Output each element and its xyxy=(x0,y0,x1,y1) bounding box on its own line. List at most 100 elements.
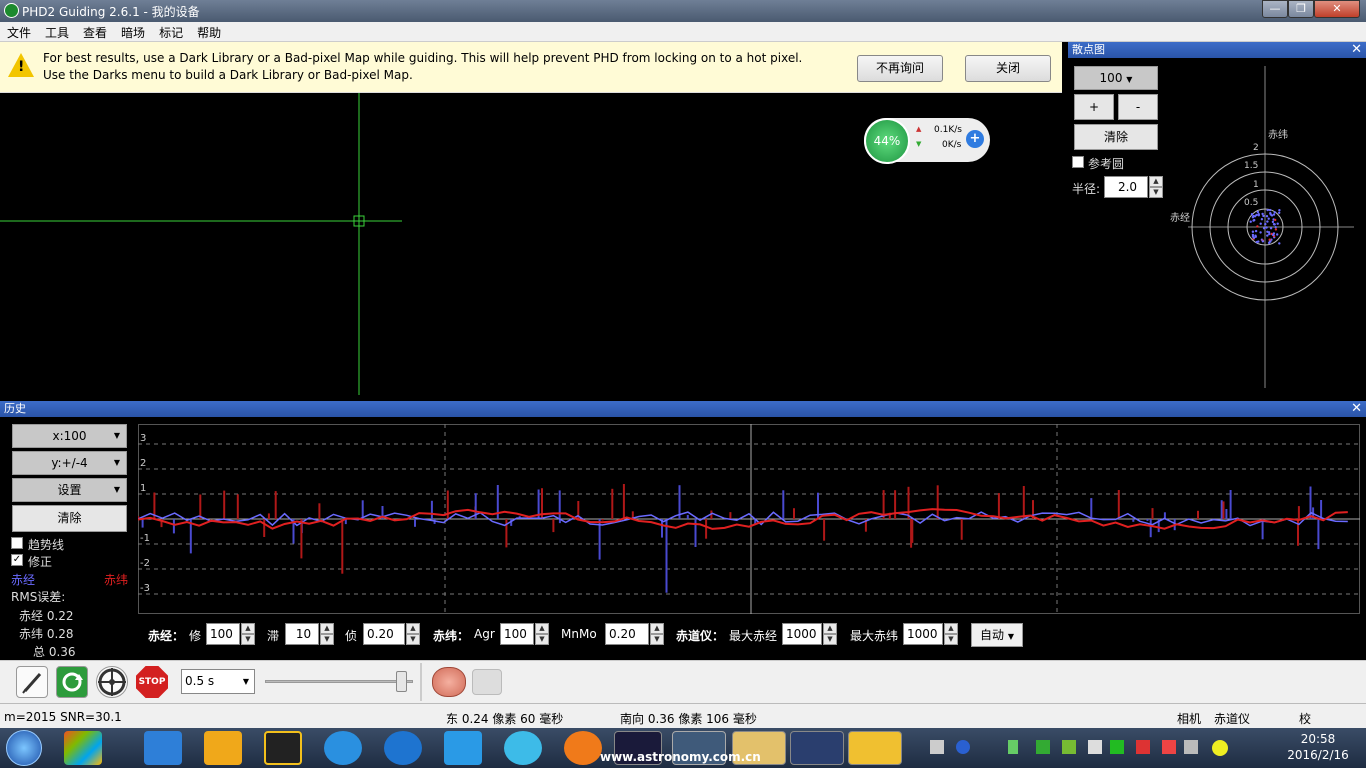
stop-button[interactable]: STOP xyxy=(136,666,168,698)
main-toolbar: STOP 0.5 s ▼ xyxy=(0,660,1366,703)
browser-icon[interactable] xyxy=(384,731,422,765)
ref-circle-checkbox[interactable] xyxy=(1072,156,1084,168)
volume-icon[interactable] xyxy=(1184,740,1198,754)
mount-params-label: 赤道仪： xyxy=(676,629,725,643)
ra-min-label: 侦 xyxy=(345,629,358,643)
maximize-button[interactable]: ❐ xyxy=(1288,0,1314,18)
max-dec-up-icon[interactable]: ▲ xyxy=(944,623,958,634)
ra-agg-down-icon[interactable]: ▼ xyxy=(320,634,334,645)
exposure-select[interactable]: 0.5 s ▼ xyxy=(181,669,255,694)
history-clear-button[interactable]: 清除 xyxy=(12,505,127,532)
scatter-point xyxy=(1271,220,1275,224)
download-speed: 0K/s xyxy=(942,140,962,150)
ra-hyst-down-icon[interactable]: ▼ xyxy=(241,634,255,645)
menu-darks[interactable]: 暗场 xyxy=(114,22,152,43)
media-player-icon[interactable] xyxy=(324,731,362,765)
taskbar-app-9-icon[interactable] xyxy=(564,731,602,765)
scatter-ra-axis-label: 赤经 xyxy=(1170,211,1190,224)
scatter-point xyxy=(1266,208,1269,212)
dec-agr-input[interactable]: 100 xyxy=(500,623,534,645)
loop-icon[interactable] xyxy=(56,666,88,698)
chevron-down-icon: ▼ xyxy=(242,677,249,686)
scatter-scale-select[interactable]: 100 ▼ xyxy=(1074,66,1158,90)
dec-mnmo-input[interactable]: 0.20 xyxy=(605,623,649,645)
tray-plus-icon[interactable] xyxy=(1212,740,1228,756)
taskbar-notes-icon[interactable] xyxy=(848,731,902,765)
gamma-slider-thumb[interactable] xyxy=(396,671,407,692)
camera-view[interactable]: 44% ▲ ▼ 0.1K/s 0K/s + xyxy=(0,93,1062,395)
max-dec-input[interactable]: 1000 xyxy=(903,623,943,645)
trendline-checkbox[interactable] xyxy=(11,537,23,549)
guide-target-icon[interactable] xyxy=(96,666,128,698)
help-icon[interactable] xyxy=(956,740,970,754)
close-window-button[interactable]: ✕ xyxy=(1314,0,1360,18)
minimize-button[interactable]: — xyxy=(1262,0,1288,18)
close-scatter-icon[interactable]: ✕ xyxy=(1351,42,1362,58)
max-dec-down-icon[interactable]: ▼ xyxy=(944,634,958,645)
radius-input[interactable]: 2.0 xyxy=(1104,176,1148,198)
ra-min-input[interactable]: 0.20 xyxy=(363,623,405,645)
y-scale-select[interactable]: y:+/-4 ▼ xyxy=(12,451,127,475)
ra-hyst-up-icon[interactable]: ▲ xyxy=(241,623,255,634)
nvidia-icon[interactable] xyxy=(1062,740,1076,754)
zoom-out-button[interactable]: - xyxy=(1118,94,1158,120)
radius-up-icon[interactable]: ▲ xyxy=(1149,176,1163,187)
chevron-down-icon: ▼ xyxy=(113,485,120,494)
taskbar-app-2-icon[interactable] xyxy=(144,731,182,765)
menu-view[interactable]: 查看 xyxy=(76,22,114,43)
qq-icon[interactable] xyxy=(264,731,302,765)
start-button[interactable] xyxy=(6,730,42,766)
ra-min-down-icon[interactable]: ▼ xyxy=(406,634,420,645)
battery-icon[interactable] xyxy=(1008,740,1018,754)
gamma-slider-track[interactable] xyxy=(265,680,413,683)
ra-agg-input[interactable]: 10 xyxy=(285,623,319,645)
scatter-point xyxy=(1262,214,1265,218)
close-history-icon[interactable]: ✕ xyxy=(1351,401,1362,417)
radius-down-icon[interactable]: ▼ xyxy=(1149,187,1163,198)
zoom-in-button[interactable]: + xyxy=(1074,94,1114,120)
dec-agr-up-icon[interactable]: ▲ xyxy=(535,623,549,634)
keyboard-icon[interactable] xyxy=(930,740,944,754)
graph-settings-select[interactable]: 设置 ▼ xyxy=(12,478,127,502)
camera-settings-icon[interactable] xyxy=(472,669,502,695)
ra-hyst-input[interactable]: 100 xyxy=(206,623,240,645)
max-ra-down-icon[interactable]: ▼ xyxy=(823,634,837,645)
taskbar-app-3-icon[interactable] xyxy=(204,731,242,765)
taskbar-app-1-icon[interactable] xyxy=(64,731,102,765)
brain-icon[interactable] xyxy=(432,667,466,697)
ra-min-up-icon[interactable]: ▲ xyxy=(406,623,420,634)
taskbar-app-8-icon[interactable] xyxy=(504,731,542,765)
shield-icon[interactable] xyxy=(1036,740,1050,754)
menu-bookmarks[interactable]: 标记 xyxy=(152,22,190,43)
max-ra-up-icon[interactable]: ▲ xyxy=(823,623,837,634)
dec-agr-down-icon[interactable]: ▼ xyxy=(535,634,549,645)
scatter-panel: 100 ▼ + - 清除 参考圆 半径: 2.0 ▲ ▼ 2 1.5 1 0.5… xyxy=(1068,58,1366,395)
dec-mnmo-up-icon[interactable]: ▲ xyxy=(650,623,664,634)
taskbar-stellarium-icon[interactable] xyxy=(790,731,844,765)
pencil-icon[interactable] xyxy=(16,666,48,698)
usb-icon[interactable] xyxy=(1162,740,1176,754)
tray-app-2-icon[interactable] xyxy=(1136,740,1150,754)
dec-mode-select[interactable]: 自动 ▼ xyxy=(971,623,1023,647)
info-bar: ! For best results, use a Dark Library o… xyxy=(0,42,1062,93)
chevron-down-icon: ▼ xyxy=(113,458,120,467)
add-icon[interactable]: + xyxy=(966,130,984,148)
max-ra-input[interactable]: 1000 xyxy=(782,623,822,645)
menu-file[interactable]: 文件 xyxy=(0,22,38,43)
menu-help[interactable]: 帮助 xyxy=(190,22,228,43)
x-scale-select[interactable]: x:100 ▼ xyxy=(12,424,127,448)
scatter-point xyxy=(1266,230,1269,233)
y-scale-value: y:+/-4 xyxy=(51,456,88,470)
scatter-point xyxy=(1274,226,1277,229)
scatter-point xyxy=(1273,223,1276,226)
menu-tools[interactable]: 工具 xyxy=(38,22,76,43)
ra-agg-up-icon[interactable]: ▲ xyxy=(320,623,334,634)
dont-ask-button[interactable]: 不再询问 xyxy=(857,55,943,82)
taskbar-app-7-icon[interactable] xyxy=(444,731,482,765)
wechat-icon[interactable] xyxy=(1110,740,1124,754)
dec-mnmo-down-icon[interactable]: ▼ xyxy=(650,634,664,645)
corrections-checkbox[interactable]: ✓ xyxy=(11,554,23,566)
scatter-clear-button[interactable]: 清除 xyxy=(1074,124,1158,150)
close-alert-button[interactable]: 关闭 xyxy=(965,55,1051,82)
tray-app-icon[interactable] xyxy=(1088,740,1102,754)
